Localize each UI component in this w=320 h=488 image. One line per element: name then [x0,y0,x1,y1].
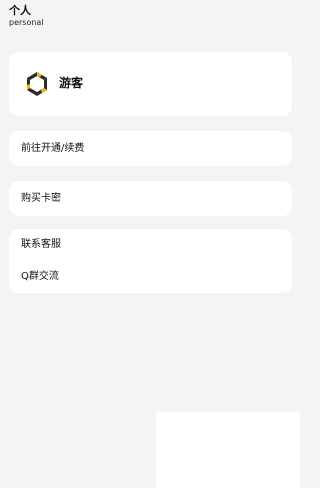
hexagon-logo-icon [27,72,47,96]
page-header: 个人 personal [9,4,44,28]
q-group-item[interactable]: Q群交流 [21,271,59,283]
bottom-blank-area [156,412,300,488]
buy-card-item[interactable]: 购买卡密 [9,181,292,216]
buy-card-label: 购买卡密 [21,193,61,204]
profile-card[interactable]: 游客 [9,52,292,116]
username: 游客 [59,76,84,90]
renew-label: 前往开通/续费 [21,143,85,154]
support-card: 联系客服 Q群交流 [9,229,292,293]
page-subtitle: personal [9,18,44,27]
contact-service-item[interactable]: 联系客服 [21,239,61,251]
renew-item[interactable]: 前往开通/续费 [9,131,292,166]
page-title: 个人 [9,4,31,17]
